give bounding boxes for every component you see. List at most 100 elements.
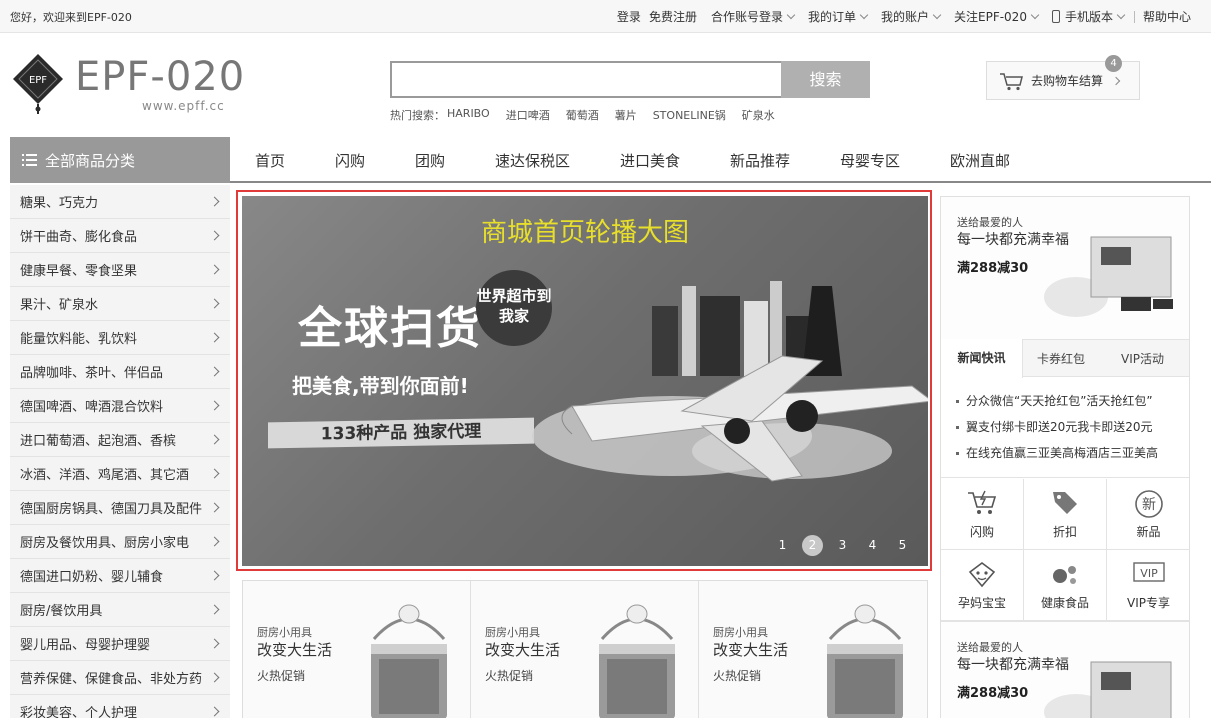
partner-login-label: 合作账号登录 bbox=[710, 10, 783, 24]
sidebar-category[interactable]: 冰酒、洋酒、鸡尾酒、其它酒 bbox=[10, 457, 230, 491]
service-flash-sale[interactable]: 闪购 bbox=[941, 479, 1024, 550]
carousel-dot[interactable]: 1 bbox=[772, 535, 793, 556]
logo-url: www.epff.cc bbox=[142, 99, 225, 113]
service-new[interactable]: 新 新品 bbox=[1107, 479, 1190, 550]
sidebar-category[interactable]: 厨房/餐饮用具 bbox=[10, 593, 230, 627]
product-title: 改变大生活 bbox=[257, 641, 333, 659]
hot-keyword[interactable]: 矿泉水 bbox=[742, 107, 775, 123]
nav-item-group-buy[interactable]: 团购 bbox=[415, 150, 445, 171]
chevron-right-icon bbox=[209, 434, 220, 445]
nav-item-flash-sale[interactable]: 闪购 bbox=[335, 150, 365, 171]
category-label: 能量饮料能、乳饮料 bbox=[20, 332, 138, 347]
hot-keyword[interactable]: STONELINE锅 bbox=[653, 107, 726, 123]
sidebar-category[interactable]: 进口葡萄酒、起泡酒、香槟 bbox=[10, 423, 230, 457]
sidebar-category[interactable]: 品牌咖啡、茶叶、伴侣品 bbox=[10, 355, 230, 389]
chocolate-product-image bbox=[1044, 236, 1173, 317]
search-input[interactable] bbox=[390, 61, 781, 98]
chevron-right-icon bbox=[209, 366, 220, 377]
logo-badge: EPF bbox=[29, 75, 47, 86]
banner-carousel[interactable]: 商城首页轮播大图 全球扫货 世界超市到我家 把美食,带到你面前! 133种产品 … bbox=[242, 196, 928, 566]
category-label: 健康早餐、零食坚果 bbox=[20, 264, 138, 279]
sidebar-category[interactable]: 德国啤酒、啤酒混合饮料 bbox=[10, 389, 230, 423]
service-health-food[interactable]: 健康食品 bbox=[1024, 550, 1107, 621]
service-discount[interactable]: 折扣 bbox=[1024, 479, 1107, 550]
hot-keyword[interactable]: 薯片 bbox=[615, 107, 637, 123]
carousel-dot[interactable]: 5 bbox=[892, 535, 913, 556]
help-center-link[interactable]: 帮助中心 bbox=[1143, 8, 1191, 25]
product-card[interactable]: 厨房小用具 改变大生活 火热促销 bbox=[243, 581, 471, 718]
sidebar-category[interactable]: 婴儿用品、母婴护理婴 bbox=[10, 627, 230, 661]
tab-coupons[interactable]: 卡券红包 bbox=[1037, 350, 1085, 367]
service-mother-baby[interactable]: 孕妈宝宝 bbox=[941, 550, 1024, 621]
nav-item-home[interactable]: 首页 bbox=[255, 150, 285, 171]
tab-vip[interactable]: VIP活动 bbox=[1121, 350, 1164, 367]
category-label: 彩妆美容、个人护理 bbox=[20, 706, 138, 718]
carousel-dot-active[interactable]: 2 bbox=[802, 535, 823, 556]
mobile-version-dropdown[interactable]: 手机版本 bbox=[1051, 8, 1126, 25]
sidebar-category[interactable]: 糖果、巧克力 bbox=[10, 185, 230, 219]
hot-keyword[interactable]: 进口啤酒 bbox=[506, 107, 550, 123]
service-grid: 闪购 折扣 新 新品 孕妈宝宝 健康食品 VIP VIP专享 bbox=[941, 479, 1190, 621]
login-link[interactable]: 登录 bbox=[617, 8, 641, 25]
product-promo: 火热促销 bbox=[257, 669, 306, 683]
logo-mark-icon[interactable]: EPF bbox=[13, 54, 63, 116]
news-item[interactable]: 分众微信“天天抢红包”活天抢红包” bbox=[956, 392, 1153, 409]
sidebar-category[interactable]: 德国进口奶粉、婴儿辅食 bbox=[10, 559, 230, 593]
carousel-pagination: 1 2 3 4 5 bbox=[772, 535, 922, 556]
nav-item-bonded-zone[interactable]: 速达保税区 bbox=[495, 150, 570, 171]
search-button[interactable]: 搜索 bbox=[781, 61, 870, 98]
top-links: 登录 免费注册 合作账号登录 我的订单 我的账户 关注EPF-020 手机版本 … bbox=[617, 8, 1191, 25]
category-label: 进口葡萄酒、起泡酒、香槟 bbox=[20, 434, 177, 449]
hot-searches: 热门搜索： HARIBO 进口啤酒 葡萄酒 薯片 STONELINE锅 矿泉水 bbox=[390, 107, 791, 123]
promo-card-bottom[interactable]: 送给最爱的人 每一块都充满幸福 满288减30 bbox=[941, 621, 1189, 718]
chevron-down-icon bbox=[932, 10, 942, 19]
sidebar-category[interactable]: 饼干曲奇、膨化食品 bbox=[10, 219, 230, 253]
product-title: 改变大生活 bbox=[713, 641, 789, 659]
news-item[interactable]: 翼支付绑卡即送20元我卡即送20元 bbox=[956, 418, 1153, 435]
partner-login-dropdown[interactable]: 合作账号登录 bbox=[710, 8, 796, 25]
sidebar-category[interactable]: 厨房及餐饮用具、厨房小家电 bbox=[10, 525, 230, 559]
sidebar-category[interactable]: 营养保健、保健食品、非处方药 bbox=[10, 661, 230, 695]
my-orders-label: 我的订单 bbox=[807, 10, 856, 24]
nav-item-eu-direct[interactable]: 欧洲直邮 bbox=[950, 150, 1010, 171]
carousel-dot[interactable]: 3 bbox=[832, 535, 853, 556]
news-tabs: 新闻快讯 卡券红包 VIP活动 bbox=[941, 339, 1189, 378]
chevron-right-icon bbox=[209, 502, 220, 513]
hot-keyword[interactable]: HARIBO bbox=[447, 107, 490, 123]
carousel-dot[interactable]: 4 bbox=[862, 535, 883, 556]
nav-item-mother-baby[interactable]: 母婴专区 bbox=[840, 150, 900, 171]
product-card[interactable]: 厨房小用具 改变大生活 火热促销 bbox=[471, 581, 699, 718]
promo-card-top[interactable]: 送给最爱的人 每一块都充满幸福 满288减30 bbox=[941, 197, 1189, 339]
news-item[interactable]: 在线充值赢三亚美高梅酒店三亚美高 bbox=[956, 444, 1158, 461]
all-categories-button[interactable]: 全部商品分类 bbox=[10, 137, 230, 183]
pot-icon bbox=[371, 604, 447, 718]
hot-keyword[interactable]: 葡萄酒 bbox=[566, 107, 599, 123]
chevron-down-icon bbox=[1116, 10, 1126, 19]
category-label: 饼干曲奇、膨化食品 bbox=[20, 230, 138, 245]
register-link[interactable]: 免费注册 bbox=[649, 8, 697, 25]
nav-item-imported-food[interactable]: 进口美食 bbox=[620, 150, 680, 171]
follow-dropdown[interactable]: 关注EPF-020 bbox=[954, 8, 1040, 25]
chevron-right-icon bbox=[209, 264, 220, 275]
my-orders-dropdown[interactable]: 我的订单 bbox=[807, 8, 869, 25]
product-card[interactable]: 厨房小用具 改变大生活 火热促销 bbox=[699, 581, 927, 718]
sidebar-category[interactable]: 健康早餐、零食坚果 bbox=[10, 253, 230, 287]
phone-icon bbox=[1051, 10, 1060, 23]
pot-icon bbox=[599, 604, 675, 718]
chevron-right-icon bbox=[209, 604, 220, 615]
nav-item-new-products[interactable]: 新品推荐 bbox=[730, 150, 790, 171]
cart-flash-icon bbox=[968, 490, 997, 514]
sidebar-category[interactable]: 彩妆美容、个人护理 bbox=[10, 695, 230, 718]
all-categories-label: 全部商品分类 bbox=[45, 151, 136, 170]
tab-news[interactable]: 新闻快讯 bbox=[941, 339, 1023, 378]
logo-text[interactable]: EPF-020 bbox=[75, 54, 245, 100]
sidebar-category[interactable]: 能量饮料能、乳饮料 bbox=[10, 321, 230, 355]
promo-line1: 送给最爱的人 bbox=[957, 216, 1023, 229]
right-panel: 送给最爱的人 每一块都充满幸福 满288减30 新闻快讯 卡券红包 VIP活动 … bbox=[940, 196, 1190, 718]
my-account-dropdown[interactable]: 我的账户 bbox=[881, 8, 942, 25]
chevron-right-icon bbox=[209, 468, 220, 479]
service-vip[interactable]: VIP VIP专享 bbox=[1107, 550, 1190, 621]
sidebar-category[interactable]: 果汁、矿泉水 bbox=[10, 287, 230, 321]
banner-ribbon: 133种产品 独家代理 bbox=[268, 417, 534, 449]
sidebar-category[interactable]: 德国厨房锅具、德国刀具及配件 bbox=[10, 491, 230, 525]
